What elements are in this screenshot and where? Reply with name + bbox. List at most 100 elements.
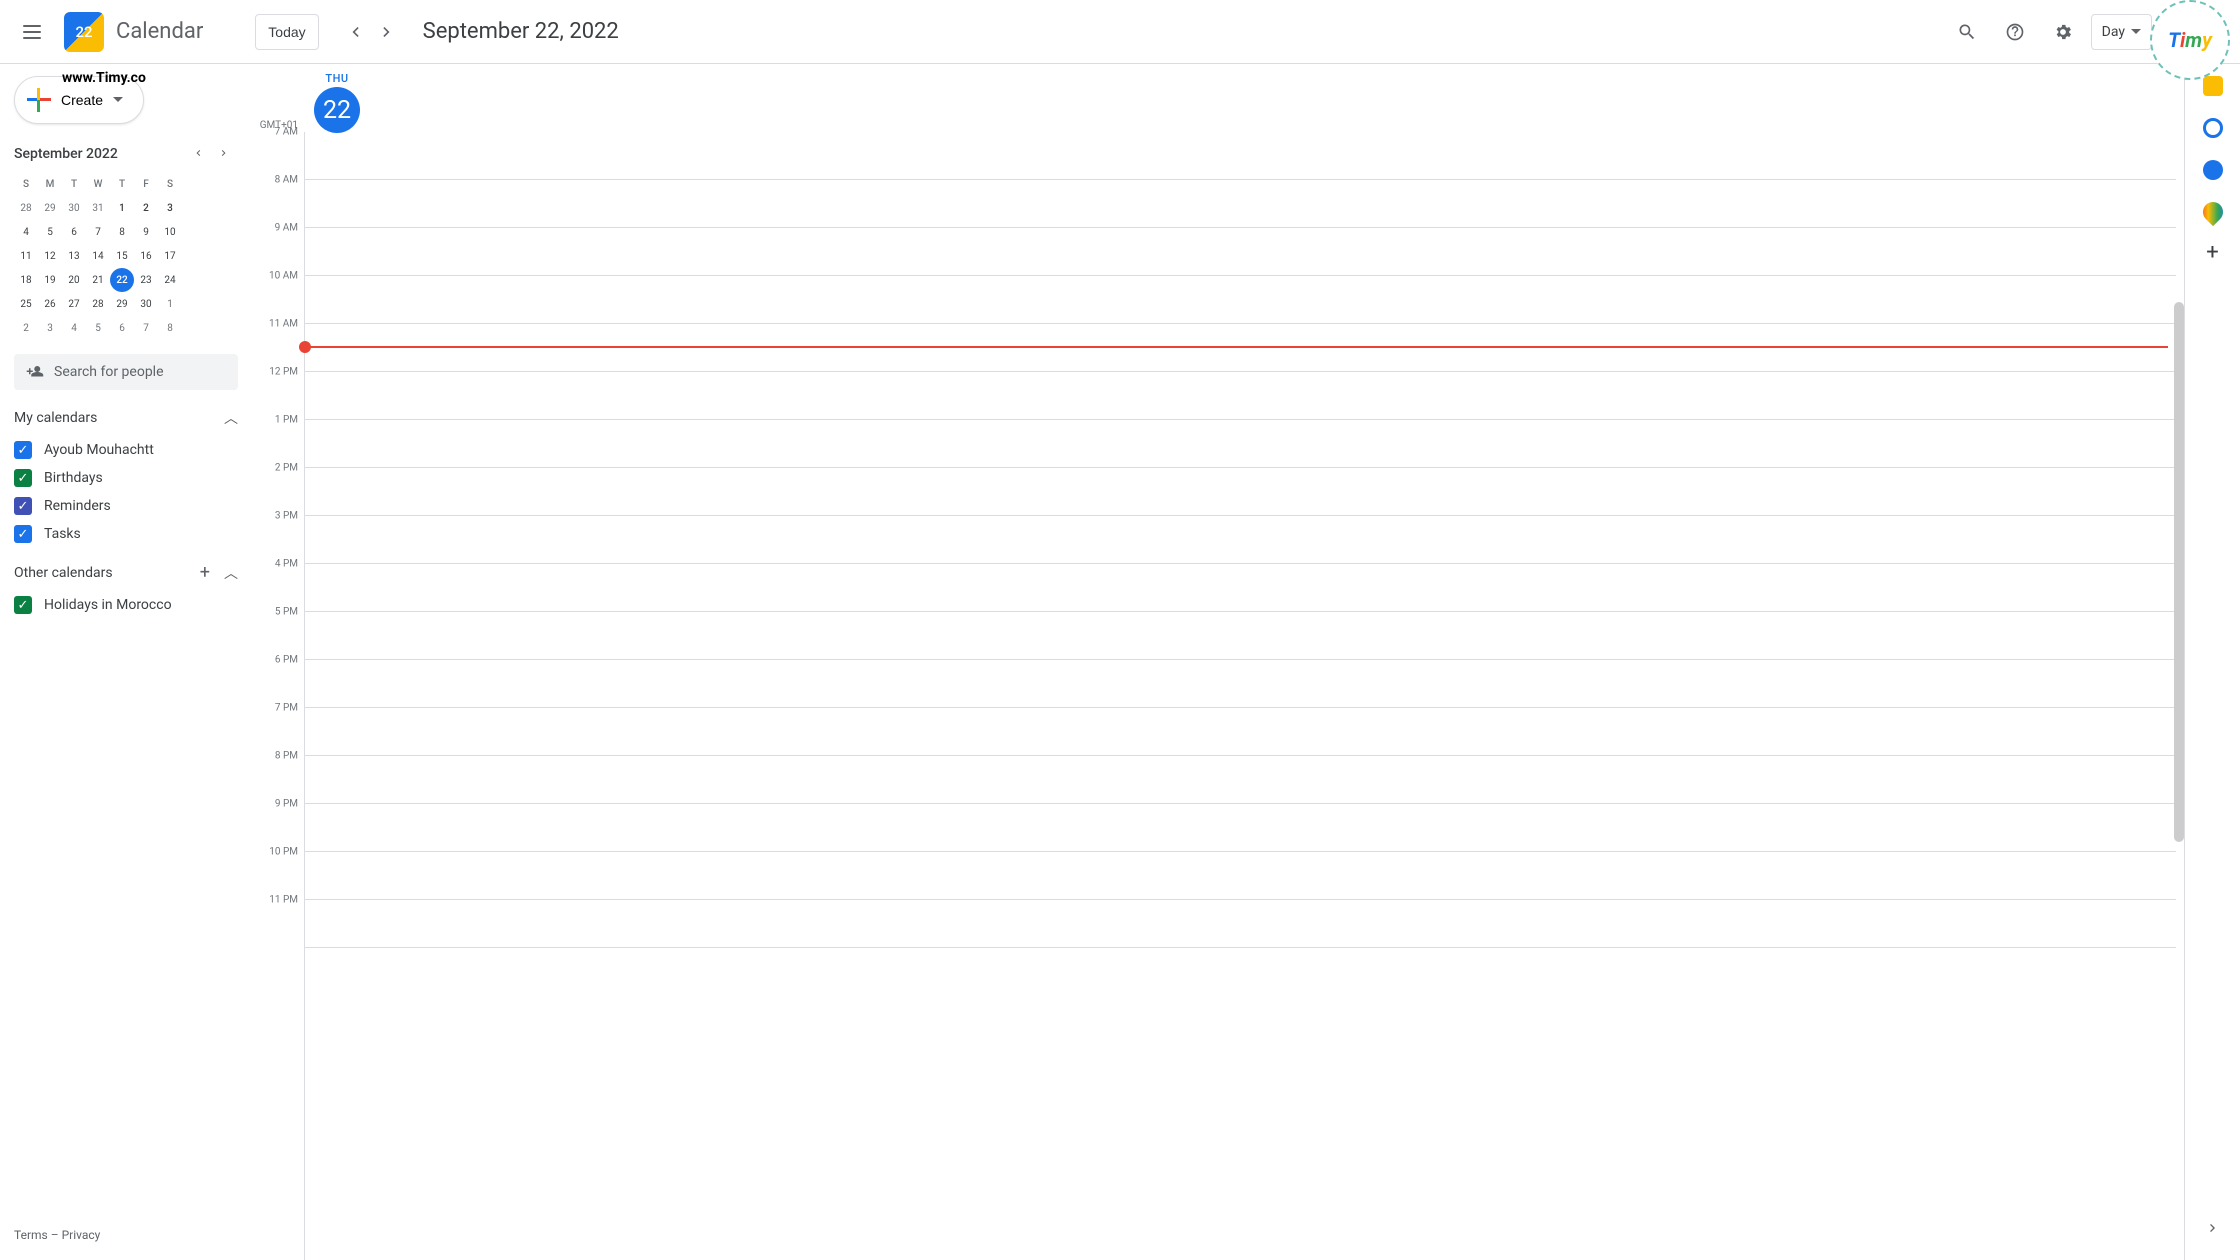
other-calendars-header[interactable]: Other calendars + ︿ — [14, 562, 256, 583]
mini-day-cell[interactable]: 5 — [38, 220, 62, 244]
calendar-item[interactable]: ✓ Tasks — [14, 520, 256, 548]
hour-row[interactable] — [305, 228, 2176, 276]
calendar-label: Tasks — [44, 526, 81, 542]
mini-day-cell[interactable]: 7 — [134, 316, 158, 340]
hour-row[interactable] — [305, 804, 2176, 852]
calendar-checkbox[interactable]: ✓ — [14, 469, 32, 487]
calendar-item[interactable]: ✓Birthdays — [14, 464, 256, 492]
hour-row[interactable] — [305, 660, 2176, 708]
mini-day-cell[interactable]: 4 — [62, 316, 86, 340]
settings-button[interactable] — [2043, 12, 2083, 52]
mini-day-cell[interactable]: 6 — [110, 316, 134, 340]
mini-day-cell[interactable]: 3 — [158, 196, 182, 220]
mini-day-cell[interactable]: 14 — [86, 244, 110, 268]
mini-day-cell[interactable]: 1 — [158, 292, 182, 316]
mini-day-cell[interactable]: 8 — [158, 316, 182, 340]
terms-link[interactable]: Terms — [14, 1228, 48, 1242]
hour-row[interactable] — [305, 756, 2176, 804]
mini-day-cell[interactable]: 21 — [86, 268, 110, 292]
day-view[interactable]: GMT+01 7 AM8 AM9 AM10 AM11 AM12 PM1 PM2 … — [256, 64, 2184, 1260]
mini-day-cell[interactable]: 17 — [158, 244, 182, 268]
mini-day-cell[interactable]: 30 — [134, 292, 158, 316]
mini-day-cell[interactable]: 7 — [86, 220, 110, 244]
other-calendars-label: Other calendars — [14, 565, 113, 581]
hour-row[interactable] — [305, 180, 2176, 228]
view-label: Day — [2102, 24, 2125, 40]
calendar-checkbox[interactable]: ✓ — [14, 497, 32, 515]
mini-day-cell[interactable]: 18 — [14, 268, 38, 292]
mini-day-cell[interactable]: 11 — [14, 244, 38, 268]
search-button[interactable] — [1947, 12, 1987, 52]
mini-day-cell[interactable]: 28 — [14, 196, 38, 220]
main-menu-button[interactable] — [8, 8, 56, 56]
mini-day-cell[interactable]: 2 — [14, 316, 38, 340]
mini-day-cell[interactable]: 23 — [134, 268, 158, 292]
calendar-checkbox[interactable]: ✓ — [14, 525, 32, 543]
mini-day-cell[interactable]: 24 — [158, 268, 182, 292]
calendar-item[interactable]: ✓Holidays in Morocco — [14, 591, 256, 619]
hour-row[interactable] — [305, 372, 2176, 420]
mini-day-cell[interactable]: 4 — [14, 220, 38, 244]
mini-calendar-title: September 2022 — [14, 146, 118, 162]
mini-day-cell[interactable]: 6 — [62, 220, 86, 244]
hour-grid[interactable] — [304, 132, 2176, 1260]
mini-day-cell[interactable]: 30 — [62, 196, 86, 220]
collapse-panel-button[interactable] — [2205, 1220, 2221, 1240]
hour-row[interactable] — [305, 612, 2176, 660]
mini-day-cell[interactable]: 10 — [158, 220, 182, 244]
mini-day-cell[interactable]: 19 — [38, 268, 62, 292]
day-number-badge[interactable]: 22 — [314, 87, 360, 133]
mini-day-cell[interactable]: 22 — [110, 268, 134, 292]
mini-day-cell[interactable]: 15 — [110, 244, 134, 268]
hour-row[interactable] — [305, 852, 2176, 900]
view-selector[interactable]: Day — [2091, 14, 2152, 50]
add-other-calendar-button[interactable]: + — [200, 562, 210, 583]
contacts-icon[interactable] — [2203, 160, 2223, 180]
prev-day-button[interactable] — [339, 16, 371, 48]
mini-day-cell[interactable]: 12 — [38, 244, 62, 268]
my-calendars-header[interactable]: My calendars ︿ — [14, 408, 256, 428]
mini-day-cell[interactable]: 25 — [14, 292, 38, 316]
scrollbar[interactable] — [2174, 302, 2184, 842]
mini-day-cell[interactable]: 1 — [110, 196, 134, 220]
mini-day-cell[interactable]: 26 — [38, 292, 62, 316]
mini-day-cell[interactable]: 8 — [110, 220, 134, 244]
mini-day-cell[interactable]: 28 — [86, 292, 110, 316]
hour-row[interactable] — [305, 276, 2176, 324]
mini-prev-month[interactable] — [186, 142, 210, 166]
mini-day-cell[interactable]: 29 — [110, 292, 134, 316]
mini-next-month[interactable] — [212, 142, 236, 166]
mini-day-cell[interactable]: 16 — [134, 244, 158, 268]
hour-row[interactable] — [305, 420, 2176, 468]
next-day-button[interactable] — [371, 16, 403, 48]
mini-day-cell[interactable]: 9 — [134, 220, 158, 244]
mini-day-cell[interactable]: 20 — [62, 268, 86, 292]
maps-icon[interactable] — [2198, 198, 2226, 226]
mini-day-cell[interactable]: 5 — [86, 316, 110, 340]
search-people-input[interactable]: Search for people — [14, 354, 238, 390]
mini-day-cell[interactable]: 2 — [134, 196, 158, 220]
privacy-link[interactable]: Privacy — [62, 1228, 101, 1242]
calendar-item[interactable]: ✓Ayoub Mouhachtt — [14, 436, 256, 464]
hour-row[interactable] — [305, 324, 2176, 372]
hour-row[interactable] — [305, 516, 2176, 564]
mini-day-cell[interactable]: 13 — [62, 244, 86, 268]
hour-row[interactable] — [305, 468, 2176, 516]
help-button[interactable] — [1995, 12, 2035, 52]
watermark-url: www.Timy.co — [62, 70, 146, 86]
hour-row[interactable] — [305, 708, 2176, 756]
calendar-checkbox[interactable]: ✓ — [14, 441, 32, 459]
calendar-item[interactable]: ✓Reminders — [14, 492, 256, 520]
today-button[interactable]: Today — [255, 14, 318, 50]
hour-row[interactable] — [305, 132, 2176, 180]
mini-day-cell[interactable]: 29 — [38, 196, 62, 220]
hour-row[interactable] — [305, 564, 2176, 612]
calendar-checkbox[interactable]: ✓ — [14, 596, 32, 614]
mini-day-cell[interactable]: 3 — [38, 316, 62, 340]
tasks-icon[interactable] — [2203, 118, 2223, 138]
add-addon-button[interactable]: + — [2206, 240, 2218, 265]
mini-day-cell[interactable]: 31 — [86, 196, 110, 220]
hour-row[interactable] — [305, 900, 2176, 948]
keep-icon[interactable] — [2203, 76, 2223, 96]
mini-day-cell[interactable]: 27 — [62, 292, 86, 316]
